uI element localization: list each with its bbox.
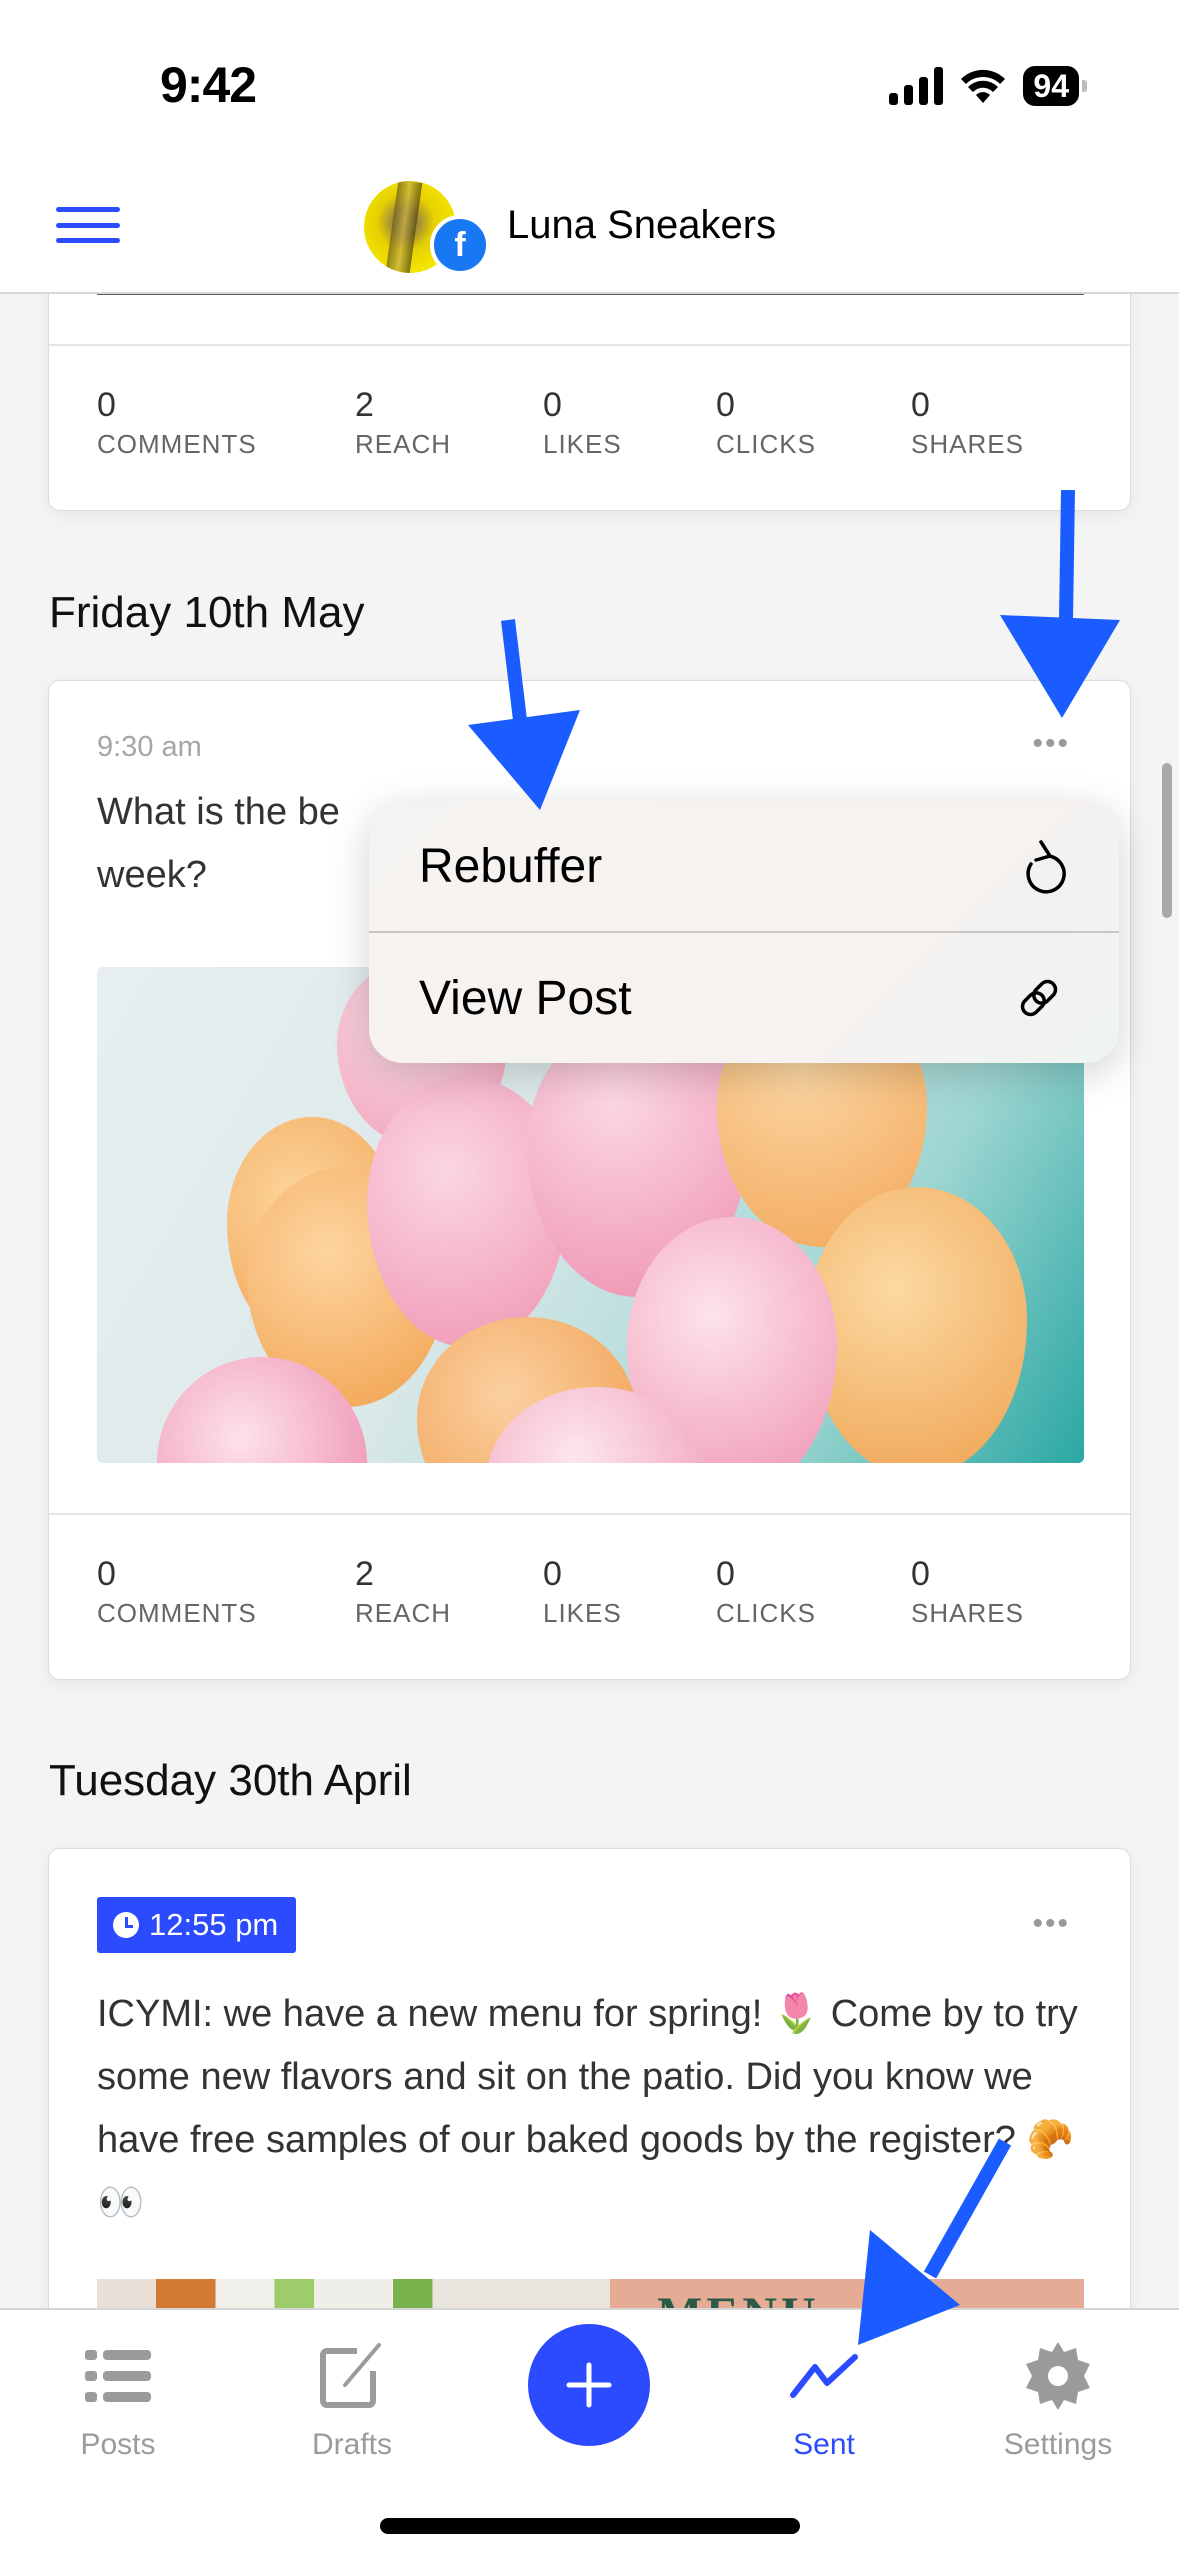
stat-clicks: 0 CLICKS xyxy=(716,386,816,459)
stat-reach: 2 REACH xyxy=(355,386,452,459)
list-icon xyxy=(85,2350,151,2402)
tab-sent[interactable]: Sent xyxy=(724,2310,924,2480)
refresh-icon xyxy=(1026,840,1066,894)
create-post-button[interactable] xyxy=(528,2324,650,2446)
context-menu: Rebuffer View Post xyxy=(369,801,1119,1063)
scheduled-time-badge: 12:55 pm xyxy=(97,1897,297,1953)
tab-drafts[interactable]: Drafts xyxy=(252,2310,452,2480)
status-time: 9:42 xyxy=(160,57,257,113)
stat-reach: 2 REACH xyxy=(355,1555,452,1628)
tab-posts[interactable]: Posts xyxy=(18,2310,218,2480)
cellular-signal-icon xyxy=(889,67,944,105)
facebook-icon: f xyxy=(430,215,490,275)
status-icons: 94 xyxy=(889,66,1087,106)
home-indicator[interactable] xyxy=(380,2518,800,2534)
post-stats: 0 COMMENTS 2 REACH 0 LIKES 0 CLICKS 0 SHARES xyxy=(49,344,1130,510)
menu-item-rebuffer[interactable]: Rebuffer xyxy=(369,801,1119,931)
plus-icon xyxy=(566,2362,612,2408)
menu-item-view-post[interactable]: View Post xyxy=(369,933,1119,1063)
day-heading: Tuesday 30th April xyxy=(49,1756,412,1805)
stat-comments: 0 COMMENTS xyxy=(97,1555,257,1628)
post-time: 9:30 am xyxy=(97,731,202,763)
chart-line-icon xyxy=(790,2354,858,2398)
battery-indicator: 94 xyxy=(1023,66,1087,106)
stat-likes: 0 LIKES xyxy=(543,386,622,459)
app-header: f Luna Sneakers xyxy=(0,163,1179,294)
stat-likes: 0 LIKES xyxy=(543,1555,622,1628)
post-text: ICYMI: we have a new menu for spring! 🌷 … xyxy=(97,1993,1078,2224)
hamburger-icon[interactable] xyxy=(56,207,120,243)
scrollbar[interactable] xyxy=(1162,763,1172,918)
link-icon xyxy=(1020,979,1058,1017)
status-bar: 9:42 94 xyxy=(0,0,1179,163)
post-card: 12:55 pm ••• ICYMI: we have a new menu f… xyxy=(48,1848,1131,2368)
stat-comments: 0 COMMENTS xyxy=(97,386,257,459)
clock-icon xyxy=(113,1912,139,1938)
stat-shares: 0 SHARES xyxy=(911,386,1024,459)
more-options-icon[interactable]: ••• xyxy=(1032,1907,1070,1941)
more-options-icon[interactable]: ••• xyxy=(1032,727,1070,761)
stat-shares: 0 SHARES xyxy=(911,1555,1024,1628)
gear-icon xyxy=(1026,2342,1090,2410)
post-stats: 0 COMMENTS 2 REACH 0 LIKES 0 CLICKS 0 SHARES xyxy=(49,1513,1130,1679)
stat-clicks: 0 CLICKS xyxy=(716,1555,816,1628)
wifi-icon xyxy=(961,69,1006,103)
account-name[interactable]: Luna Sneakers xyxy=(507,203,776,248)
tab-settings[interactable]: Settings xyxy=(958,2310,1158,2480)
bottom-tab-bar: Posts Drafts Sent Settings xyxy=(0,2308,1179,2556)
day-heading: Friday 10th May xyxy=(49,588,365,637)
compose-icon xyxy=(320,2343,381,2408)
